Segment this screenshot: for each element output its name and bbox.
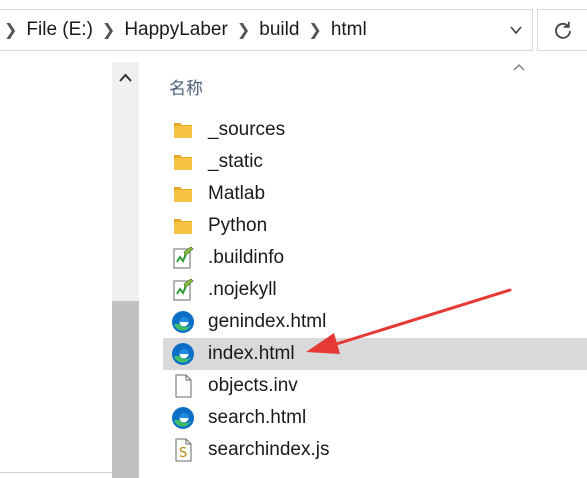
folder-icon — [171, 182, 195, 206]
folder-icon — [171, 118, 195, 142]
file-name: _sources — [208, 119, 286, 140]
file-name: search.html — [208, 407, 307, 428]
folder-icon — [171, 214, 195, 238]
breadcrumb-html[interactable]: html — [331, 19, 367, 41]
chevron-right-icon[interactable]: ❯ — [237, 20, 250, 40]
folder-icon — [171, 150, 195, 174]
file-row[interactable]: genindex.html — [163, 306, 587, 338]
refresh-button[interactable] — [537, 9, 587, 51]
sort-ascending-icon — [513, 64, 525, 71]
breadcrumb-happylaber[interactable]: HappyLaber — [124, 19, 228, 41]
file-row[interactable]: _sources — [163, 114, 587, 146]
file-name: objects.inv — [208, 375, 298, 396]
file-name: index.html — [208, 343, 295, 364]
file-row[interactable]: _static — [163, 146, 587, 178]
notepad-file-icon — [171, 246, 195, 270]
navigation-pane-scrollbar[interactable] — [112, 62, 139, 478]
file-name: Python — [208, 215, 268, 236]
edge-html-icon — [171, 406, 195, 430]
file-row[interactable]: Python — [163, 210, 587, 242]
breadcrumb-drive[interactable]: File (E:) — [26, 19, 93, 41]
file-row[interactable]: search.html — [163, 402, 587, 434]
file-row[interactable]: Matlab — [163, 178, 587, 210]
horizontal-scrollbar-edge — [0, 472, 112, 473]
file-name: .buildinfo — [208, 247, 285, 268]
chevron-down-icon[interactable] — [508, 22, 524, 38]
file-row[interactable]: .buildinfo — [163, 242, 587, 274]
scrollbar-thumb[interactable] — [112, 301, 139, 478]
file-name: _static — [208, 151, 263, 172]
chevron-right-icon[interactable]: ❯ — [4, 20, 17, 40]
file-name: .nojekyll — [208, 279, 277, 300]
notepad-file-icon — [171, 278, 195, 302]
chevron-right-icon[interactable]: ❯ — [102, 20, 115, 40]
edge-html-icon — [171, 342, 195, 366]
breadcrumb[interactable]: ❯ File (E:) ❯ HappyLaber ❯ build ❯ html — [0, 9, 533, 51]
file-name: genindex.html — [208, 311, 327, 332]
chevron-right-icon[interactable]: ❯ — [308, 20, 321, 40]
file-name: searchindex.js — [208, 439, 330, 460]
file-list: 名称 _sources _static Matlab Python .buildinfo… — [155, 62, 587, 478]
refresh-icon — [554, 21, 571, 39]
file-row[interactable]: Ssearchindex.js — [163, 434, 587, 466]
file-row[interactable]: objects.inv — [163, 370, 587, 402]
file-name: Matlab — [208, 183, 266, 204]
breadcrumb-build[interactable]: build — [259, 19, 299, 41]
navigation-pane — [0, 62, 112, 478]
edge-html-icon — [171, 310, 195, 334]
blank-file-icon — [171, 374, 195, 398]
column-header-name[interactable]: 名称 — [169, 74, 203, 99]
scroll-up-arrow-icon[interactable] — [118, 72, 133, 84]
svg-text:S: S — [179, 446, 187, 461]
file-row[interactable]: index.html — [163, 338, 587, 370]
address-bar: ❯ File (E:) ❯ HappyLaber ❯ build ❯ html — [0, 0, 587, 62]
js-script-icon: S — [171, 438, 195, 462]
file-row[interactable]: .nojekyll — [163, 274, 587, 306]
